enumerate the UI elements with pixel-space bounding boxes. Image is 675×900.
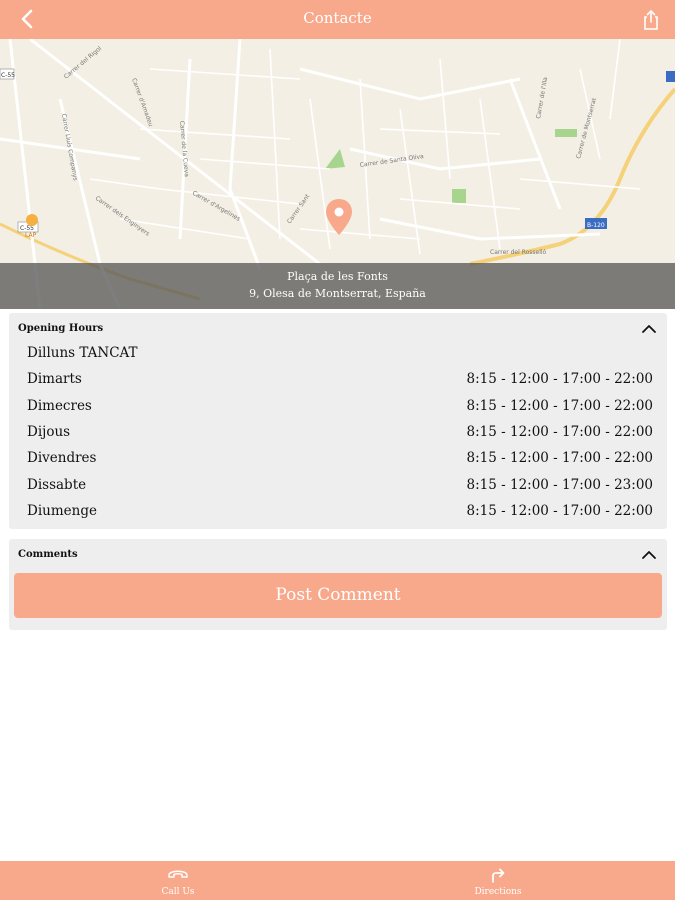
opening-hours-section: Opening Hours Dilluns TANCAT Dimarts 8:1… [9,313,667,529]
svg-text:C-55: C-55 [20,225,34,232]
hours-time: 8:15 - 12:00 - 17:00 - 22:00 [466,371,653,387]
top-bar: Contacte [0,0,675,39]
bottom-bar: Call Us Directions [0,861,675,900]
hours-day: Diumenge [27,503,97,519]
svg-text:Carrer del Rosselló: Carrer del Rosselló [490,249,547,256]
hours-day: Dimecres [27,398,92,414]
svg-text:LAP: LAP [25,232,37,239]
hours-time: 8:15 - 12:00 - 17:00 - 22:00 [466,503,653,519]
svg-text:B-120: B-120 [587,222,605,229]
chevron-up-icon[interactable] [641,322,657,336]
hours-row: Dissabte 8:15 - 12:00 - 17:00 - 23:00 [27,477,653,499]
section-title: Opening Hours [18,323,104,334]
directions-button[interactable]: Directions [438,861,558,900]
address-city: 9, Olesa de Montserrat, España [249,287,426,300]
directions-icon [492,868,505,883]
hours-row: Dimarts 8:15 - 12:00 - 17:00 - 22:00 [27,371,653,393]
hours-day: Dilluns TANCAT [27,345,138,361]
phone-icon [168,870,188,878]
section-title: Comments [18,549,78,560]
hours-row: Diumenge 8:15 - 12:00 - 17:00 - 22:00 [27,503,653,525]
address-overlay: Plaça de les Fonts 9, Olesa de Montserra… [0,263,675,309]
map-pin-icon [326,199,352,235]
call-us-label: Call Us [161,887,195,897]
hours-time: 8:15 - 12:00 - 17:00 - 22:00 [466,398,653,414]
hours-row: Dilluns TANCAT [27,345,653,367]
hours-time: 8:15 - 12:00 - 17:00 - 22:00 [466,450,653,466]
svg-text:C-55: C-55 [1,72,15,79]
hours-day: Dijous [27,424,71,440]
page-title: Contacte [303,9,372,27]
directions-label: Directions [474,887,522,897]
address-street: Plaça de les Fonts [287,270,388,283]
chevron-up-icon[interactable] [641,548,657,562]
hours-day: Dissabte [27,477,87,493]
hours-day: Dimarts [27,371,82,387]
post-comment-button[interactable]: Post Comment [14,573,662,618]
location-map[interactable]: Carrer del Rigol Carrer d'Amadeu Carrer … [0,39,675,309]
hours-row: Divendres 8:15 - 12:00 - 17:00 - 22:00 [27,450,653,472]
hours-row: Dimecres 8:15 - 12:00 - 17:00 - 22:00 [27,398,653,420]
hours-day: Divendres [27,450,97,466]
hours-row: Dijous 8:15 - 12:00 - 17:00 - 22:00 [27,424,653,446]
hours-time: 8:15 - 12:00 - 17:00 - 23:00 [466,477,653,493]
comments-section: Comments Post Comment [9,539,667,630]
call-us-button[interactable]: Call Us [118,861,238,900]
share-icon[interactable] [639,8,663,32]
hours-time: 8:15 - 12:00 - 17:00 - 22:00 [466,424,653,440]
